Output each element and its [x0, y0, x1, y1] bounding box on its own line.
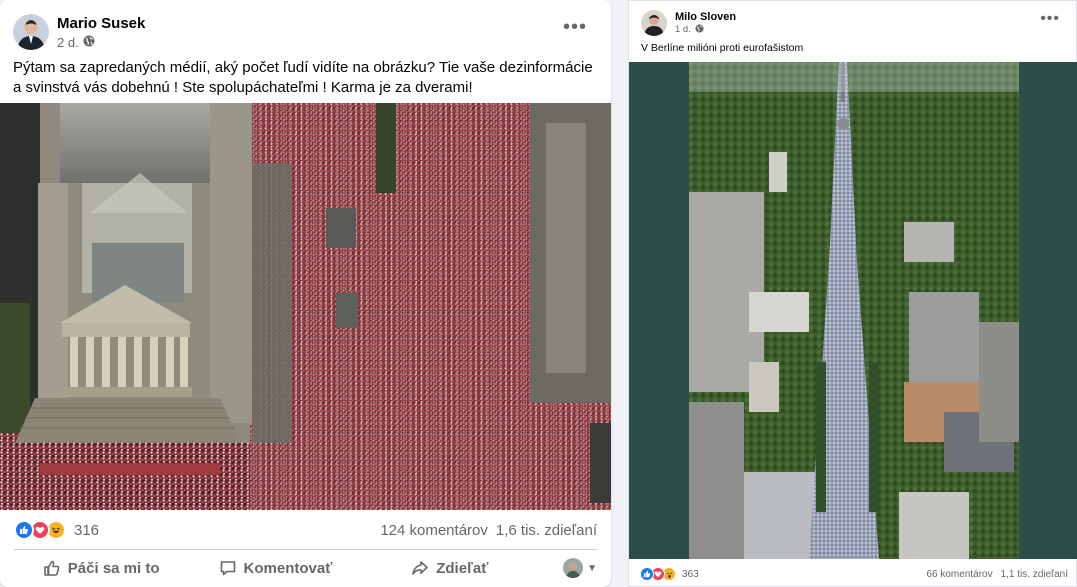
- post-caption: Pýtam sa zapredaných médií, aký počet ľu…: [13, 59, 593, 96]
- post-photo[interactable]: [0, 103, 611, 510]
- post-card-1: Mario Susek 2 d. ••• Pýtam sa zapredanýc…: [0, 0, 611, 587]
- share-count[interactable]: 1,6 tis. zdieľaní: [496, 522, 597, 539]
- action-bar: Páči sa mi to Komentovať Zdieľať ▼: [14, 552, 597, 584]
- post-time[interactable]: 2 d.: [57, 35, 79, 50]
- comment-count[interactable]: 66 komentárov: [926, 569, 992, 580]
- reaction-icons[interactable]: [640, 567, 676, 581]
- post-card-2: Milo Sloven 1 d. ••• V Berlíne milióni p…: [628, 0, 1077, 587]
- more-options-icon[interactable]: •••: [1040, 11, 1060, 27]
- more-options-icon[interactable]: •••: [563, 17, 587, 37]
- reactions-summary: 363 66 komentárov 1,1 tis. zdieľaní: [640, 567, 1068, 581]
- share-icon: [412, 561, 429, 575]
- post-header: Mario Susek 2 d.: [13, 14, 145, 50]
- post-caption: V Berlíne milióni proti eurofašistom: [641, 42, 804, 54]
- comment-label: Komentovať: [243, 559, 333, 577]
- thumbs-up-icon: [43, 560, 60, 576]
- post-photo[interactable]: [629, 62, 1077, 559]
- like-button[interactable]: Páči sa mi to: [14, 552, 188, 584]
- user-avatar: [563, 558, 584, 578]
- like-icon: [14, 520, 34, 540]
- comment-count[interactable]: 124 komentárov: [380, 522, 488, 539]
- comment-button[interactable]: Komentovať: [188, 552, 362, 584]
- share-button[interactable]: Zdieľať: [363, 552, 537, 584]
- author-name[interactable]: Mario Susek: [57, 15, 145, 32]
- like-label: Páči sa mi to: [67, 559, 160, 577]
- author-name[interactable]: Milo Sloven: [675, 11, 736, 23]
- like-icon: [640, 567, 654, 581]
- reactions-summary: 316 124 komentárov 1,6 tis. zdieľaní: [14, 520, 597, 540]
- globe-icon: [695, 23, 704, 36]
- post-time[interactable]: 1 d.: [675, 24, 691, 35]
- share-label: Zdieľať: [436, 559, 489, 577]
- author-avatar[interactable]: [13, 14, 49, 50]
- chevron-down-icon: ▼: [587, 562, 597, 574]
- divider: [14, 549, 597, 550]
- post-header: Milo Sloven 1 d.: [641, 10, 736, 36]
- reaction-icons[interactable]: [14, 520, 66, 540]
- comment-icon: [220, 561, 235, 576]
- reaction-count[interactable]: 363: [682, 569, 699, 580]
- author-avatar[interactable]: [641, 10, 667, 36]
- audience-selector[interactable]: ▼: [537, 552, 597, 584]
- share-count[interactable]: 1,1 tis. zdieľaní: [1001, 569, 1068, 580]
- globe-icon: [83, 35, 95, 50]
- reaction-count[interactable]: 316: [74, 522, 99, 539]
